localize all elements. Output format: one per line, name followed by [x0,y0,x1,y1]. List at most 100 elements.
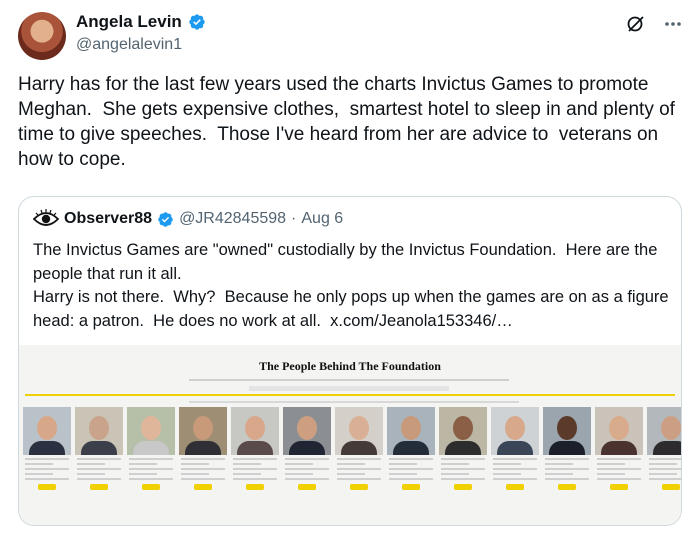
verified-badge-icon [158,211,173,227]
person-photo [283,407,331,455]
bio-text-line [389,473,417,475]
bio-text-line [493,473,521,475]
bio-text-line [129,468,173,470]
bio-text-line [493,478,537,480]
bio-text-line [337,468,381,470]
bio-text-line [597,478,641,480]
bio-text-line [493,458,537,460]
read-more-pill [558,484,576,490]
bio-text-line [25,468,69,470]
bio-text-line [181,468,225,470]
media-subtitle-line [189,379,509,381]
person-photo [231,407,279,455]
quoted-tweet[interactable]: Observer88 @JR42845598 · Aug 6 The Invic… [18,196,682,526]
bio-text-line [285,468,329,470]
bio-text-line [649,468,681,470]
author-name[interactable]: Angela Levin [76,12,182,32]
bio-text-line [77,473,105,475]
bio-text-line [77,468,121,470]
person-photo [127,407,175,455]
media-divider [25,394,675,396]
bio-text-line [545,458,589,460]
bio-text-line [233,463,261,465]
bio-text-line [233,473,261,475]
bio-text-line [181,473,209,475]
bio-text-line [77,478,121,480]
person-photo [179,407,227,455]
grok-icon[interactable] [626,14,646,34]
bio-text-line [389,458,433,460]
media-caption-line [189,401,519,403]
quote-author-handle[interactable]: @JR42845598 [179,210,286,228]
bio-text-line [545,463,573,465]
more-icon[interactable] [664,21,682,27]
bio-text-line [181,463,209,465]
person-card [543,407,591,490]
read-more-pill [90,484,108,490]
bio-text-line [389,478,433,480]
person-photo [23,407,71,455]
verified-badge-icon [189,14,205,30]
person-card [491,407,539,490]
bio-text-line [233,468,277,470]
bio-text-line [441,463,469,465]
read-more-pill [610,484,628,490]
bio-text-line [597,473,625,475]
bio-text-line [77,458,121,460]
person-card [439,407,487,490]
meta-separator: · [291,210,297,227]
bio-text-line [545,468,589,470]
bio-text-line [233,478,277,480]
bio-text-line [285,478,329,480]
person-card [231,407,279,490]
bio-text-line [181,478,225,480]
bio-text-line [129,458,173,460]
bio-text-line [337,463,365,465]
bio-text-line [337,458,381,460]
read-more-pill [350,484,368,490]
bio-text-line [545,473,573,475]
quote-date[interactable]: Aug 6 [301,210,343,228]
quote-author-name[interactable]: Observer88 [64,210,152,228]
bio-text-line [441,468,485,470]
avatar[interactable] [18,12,66,60]
person-photo [491,407,539,455]
bio-text-line [493,468,537,470]
top-actions [626,14,682,34]
read-more-pill [38,484,56,490]
author-name-row: Angela Levin [76,12,206,32]
quote-media-image[interactable]: The People Behind The Foundation [19,345,681,525]
person-card [179,407,227,490]
bio-text-line [25,463,53,465]
bio-text-line [649,463,677,465]
bio-text-line [649,458,681,460]
eye-logo-icon [33,209,59,226]
bio-text-line [285,458,329,460]
bio-text-line [389,468,433,470]
read-more-pill [142,484,160,490]
bio-text-line [441,478,485,480]
tweet-text: Harry has for the last few years used th… [18,74,681,170]
bio-text-line [77,463,105,465]
bio-text-line [233,458,277,460]
person-photo [439,407,487,455]
person-card [647,407,681,490]
bio-text-line [545,478,589,480]
person-card [127,407,175,490]
bio-text-line [337,473,365,475]
author-handle[interactable]: @angelalevin1 [76,36,182,54]
person-card [595,407,643,490]
read-more-pill [402,484,420,490]
quote-header: Observer88 @JR42845598 · Aug 6 [33,209,343,229]
bio-text-line [389,463,417,465]
person-photo [543,407,591,455]
media-title: The People Behind The Foundation [259,359,441,373]
person-card [387,407,435,490]
bio-text-line [129,478,173,480]
person-photo [595,407,643,455]
read-more-pill [454,484,472,490]
bio-text-line [181,458,225,460]
read-more-pill [194,484,212,490]
bio-text-line [597,468,641,470]
bio-text-line [597,463,625,465]
